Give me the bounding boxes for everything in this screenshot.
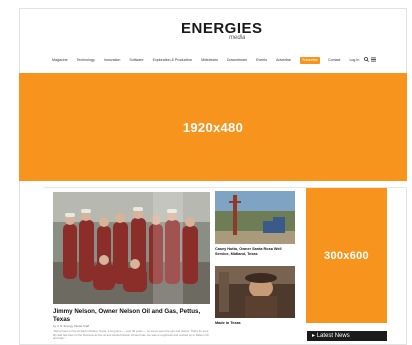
latest-news-header[interactable]: ▸ Latest News bbox=[307, 331, 387, 341]
nav-item-magazine[interactable]: Magazine bbox=[52, 58, 68, 62]
menu-icon[interactable] bbox=[371, 57, 377, 63]
story-image-casey-hutto[interactable] bbox=[215, 191, 295, 244]
logo-text: ENERGIES bbox=[181, 20, 263, 37]
nav-item-midstream[interactable]: Midstream bbox=[201, 58, 218, 62]
story-caption-casey-hutto[interactable]: Casey Hutto, Owner Santa Rosa Well Servi… bbox=[215, 247, 297, 257]
feature-excerpt: "We've been in the oil field in Pettus, … bbox=[53, 330, 210, 340]
logo-subtext: media bbox=[229, 35, 246, 41]
sidebar-ad-label: 300x600 bbox=[324, 249, 369, 262]
nav-item-advertise[interactable]: Advertise bbox=[276, 58, 291, 62]
subscribe-button[interactable]: Subscribe bbox=[300, 56, 321, 64]
story-image-made-in-texas[interactable] bbox=[215, 266, 295, 318]
nav-item-events[interactable]: Events bbox=[256, 58, 267, 62]
nav-item-technology[interactable]: Technology bbox=[77, 58, 95, 62]
leaderboard-ad[interactable]: 1920x480 bbox=[19, 73, 407, 181]
main-nav: Magazine Technology Innovation Software … bbox=[52, 55, 377, 65]
site-logo[interactable]: ENERGIES media bbox=[181, 20, 263, 42]
login-link[interactable]: Log In bbox=[349, 58, 359, 62]
nav-item-innovation[interactable]: Innovation bbox=[104, 58, 121, 62]
feature-title[interactable]: Jimmy Nelson, Owner Nelson Oil and Gas, … bbox=[53, 308, 213, 323]
nav-item-downstream[interactable]: Downstream bbox=[227, 58, 247, 62]
latest-news-label: ▸ Latest News bbox=[312, 333, 350, 339]
nav-item-exploration[interactable]: Exploration & Production bbox=[153, 58, 193, 62]
story-caption-made-in-texas[interactable]: Made in Texas bbox=[215, 321, 241, 325]
sidebar-ad[interactable]: 300x600 bbox=[306, 188, 387, 323]
nav-item-contact[interactable]: Contact bbox=[328, 58, 340, 62]
feature-image[interactable] bbox=[53, 192, 210, 304]
nav-item-software[interactable]: Software bbox=[129, 58, 143, 62]
feature-byline: by U.S. Energy Media Staff bbox=[53, 324, 90, 328]
search-icon[interactable] bbox=[364, 57, 370, 63]
leaderboard-ad-label: 1920x480 bbox=[182, 119, 244, 135]
ad-divider bbox=[44, 181, 407, 188]
